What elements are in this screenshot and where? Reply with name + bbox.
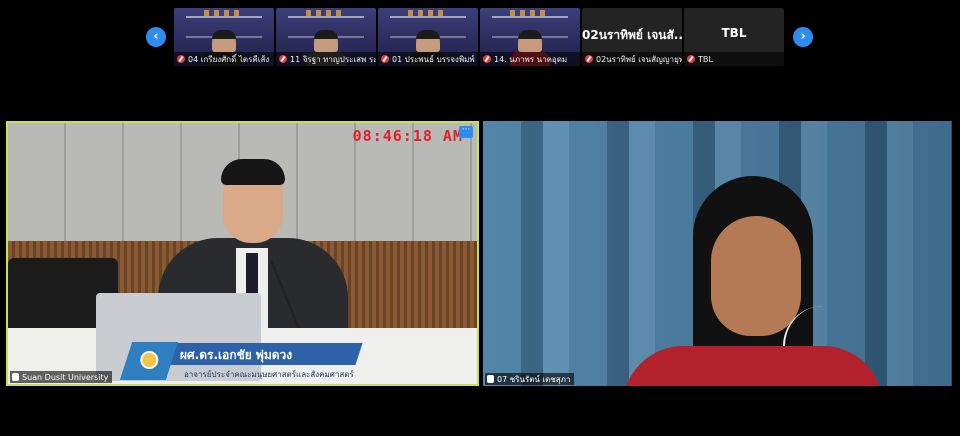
chevron-left-icon: ‹: [153, 29, 159, 44]
participant-tile-title: 02นราทิพย์ เจนสั...: [582, 28, 682, 42]
gallery-prev-button[interactable]: ‹: [146, 27, 166, 47]
video-label-text: 07 ชรินรัตน์ เดชสุภา: [497, 374, 571, 384]
mic-muted-icon: [279, 55, 287, 63]
more-icon: ···: [461, 125, 471, 135]
participant-video-large[interactable]: 07 ชรินรัตน์ เดชสุภา: [483, 121, 952, 386]
gallery-next-button[interactable]: ›: [793, 27, 813, 47]
more-options-button[interactable]: ···: [459, 126, 473, 138]
video-label-text: Suan Dusit University: [22, 372, 109, 382]
participant-name: 01 ประพนธ์ บรรจงพิมพ์: [392, 54, 475, 64]
participant-name: 04 เกรียงศักดิ์ ไตรคีเส้ง: [188, 54, 270, 64]
participant-name: TBL: [698, 54, 713, 64]
mic-muted-icon: [687, 55, 695, 63]
university-logo: [119, 342, 179, 380]
video-name-label: 07 ชรินรัตน์ เดชสุภา: [485, 373, 575, 385]
video-name-label: Suan Dusit University: [10, 371, 113, 383]
participant-tile[interactable]: TBL TBL: [684, 8, 784, 66]
participant-name: 14. นภาพร นาคอุดม: [494, 54, 568, 64]
active-speaker-video[interactable]: 08:46:18 AM ··· ผศ.ดร.เอกชัย พุ่มดวง อาจ…: [6, 121, 479, 386]
participant-tile-title: TBL: [721, 26, 747, 40]
speaker-lower-third: ผศ.ดร.เอกชัย พุ่มดวง อาจารย์ประจำคณะมนุษ…: [119, 342, 363, 380]
mic-muted-icon: [381, 55, 389, 63]
participant-icon: [487, 375, 494, 383]
participant-tile[interactable]: 11 จิรฐา ทาญประเสพ ระบ...: [276, 8, 376, 66]
mic-muted-icon: [177, 55, 185, 63]
participant-name: 02นราทิพย์ เจนสัญญายุทธ: [596, 54, 682, 64]
speaker-title: อาจารย์ประจำคณะมนุษยศาสตร์และสังคมศาสตร์: [184, 370, 354, 379]
participant-video: [306, 30, 346, 66]
participant-video: [204, 30, 244, 66]
speaker-name: ผศ.ดร.เอกชัย พุ่มดวง: [180, 348, 293, 362]
mic-muted-icon: [585, 55, 593, 63]
participant-video: [510, 30, 550, 66]
participant-tile[interactable]: 01 ประพนธ์ บรรจงพิมพ์: [378, 8, 478, 66]
chevron-right-icon: ›: [800, 29, 806, 44]
clock-overlay: 08:46:18 AM: [352, 127, 463, 145]
participant-name: 11 จิรฐา ทาญประเสพ ระบ...: [290, 54, 376, 64]
participant-tile[interactable]: 02นราทิพย์ เจนสั... 02นราทิพย์ เจนสัญญาย…: [582, 8, 682, 66]
participant-gallery: 04 เกรียงศักดิ์ ไตรคีเส้ง 11 จิรฐา ทาญปร…: [174, 8, 786, 66]
participant-tile[interactable]: 04 เกรียงศักดิ์ ไตรคีเส้ง: [174, 8, 274, 66]
participant-video: [408, 30, 448, 66]
participant-tile[interactable]: 14. นภาพร นาคอุดม: [480, 8, 580, 66]
mic-muted-icon: [483, 55, 491, 63]
participant-icon: [12, 373, 19, 381]
